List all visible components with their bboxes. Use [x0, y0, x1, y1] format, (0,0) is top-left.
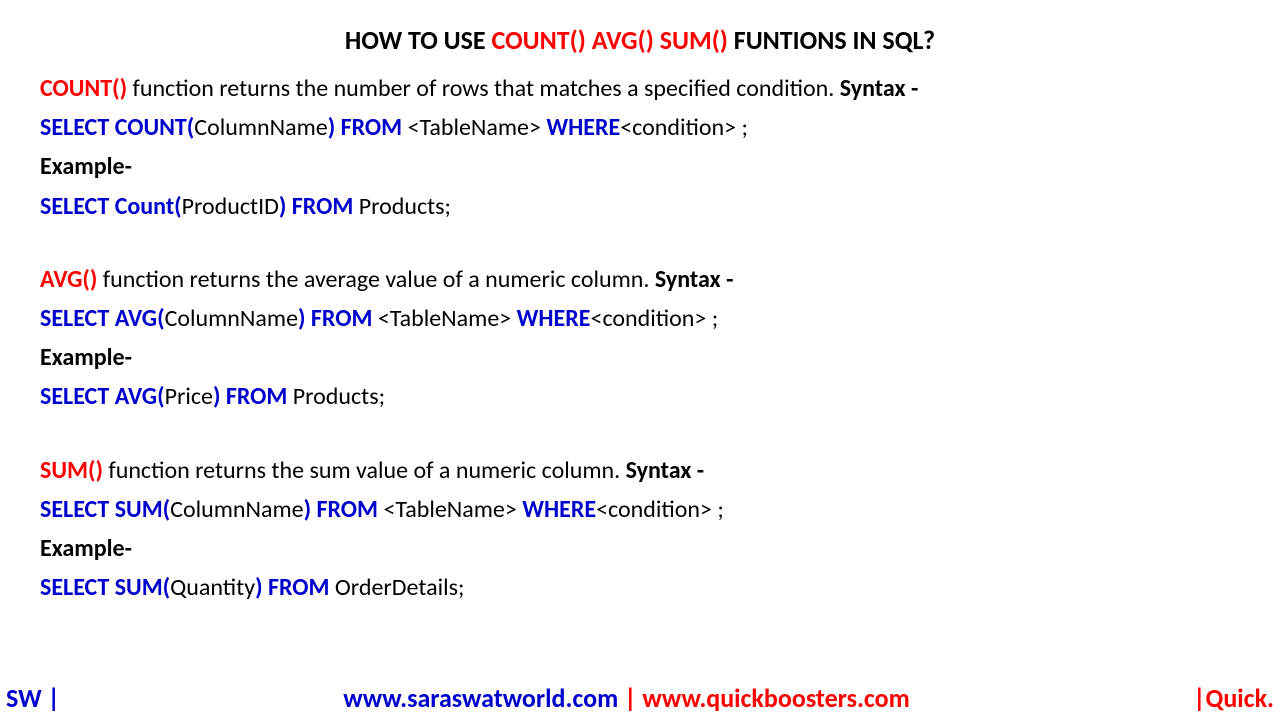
count-description-line: COUNT() function returns the number of r… — [40, 70, 1240, 107]
sum-ex-col: Quantity — [170, 573, 255, 602]
footer: SW | www.saraswatworld.com | www.quickbo… — [0, 682, 1280, 714]
count-col: ColumnName — [194, 113, 327, 142]
footer-url2: www.quickboosters.com — [642, 682, 909, 714]
sum-desc: function returns the sum value of a nume… — [103, 456, 626, 485]
avg-where-kw: WHERE — [517, 304, 591, 333]
sum-syntax-label: Syntax - — [626, 456, 705, 485]
sum-open: SUM( — [115, 495, 170, 524]
count-example-label: Example- — [40, 148, 1240, 185]
count-func: COUNT() — [40, 74, 127, 103]
count-desc: function returns the number of rows that… — [127, 74, 840, 103]
sum-select-kw: SELECT — [40, 495, 115, 524]
sum-ex-tail: OrderDetails; — [335, 573, 465, 602]
footer-left: SW | — [6, 682, 60, 714]
avg-col: ColumnName — [165, 304, 298, 333]
sum-description-line: SUM() function returns the sum value of … — [40, 452, 1240, 489]
count-ex-tail: Products; — [359, 192, 451, 221]
sum-ex-open: SUM( — [115, 573, 170, 602]
count-cond: <condition> ; — [620, 113, 748, 142]
avg-ex-close: ) FROM — [213, 382, 293, 411]
count-open: COUNT( — [115, 113, 195, 142]
count-example-line: SELECT Count(ProductID) FROM Products; — [40, 188, 1240, 225]
avg-syntax-line: SELECT AVG(ColumnName) FROM <TableName> … — [40, 300, 1240, 337]
footer-url1: www.saraswatworld.com — [343, 682, 618, 714]
avg-desc: function returns the average value of a … — [97, 265, 655, 294]
count-ex-select: SELECT — [40, 192, 115, 221]
sum-table: <TableName> — [383, 495, 522, 524]
page-title: HOW TO USE COUNT() AVG() SUM() FUNTIONS … — [40, 24, 1240, 56]
avg-example-line: SELECT AVG(Price) FROM Products; — [40, 378, 1240, 415]
title-highlight: COUNT() AVG() SUM() — [492, 24, 728, 56]
count-select-kw: SELECT — [40, 113, 115, 142]
avg-ex-select: SELECT — [40, 382, 115, 411]
avg-ex-col: Price — [165, 382, 213, 411]
count-ex-close: ) FROM — [279, 192, 359, 221]
sum-where-kw: WHERE — [522, 495, 596, 524]
footer-sep: | — [618, 682, 642, 714]
avg-description-line: AVG() function returns the average value… — [40, 261, 1240, 298]
avg-example-label: Example- — [40, 339, 1240, 376]
title-suffix: FUNTIONS IN SQL? — [728, 24, 935, 56]
title-prefix: HOW TO USE — [345, 24, 492, 56]
count-syntax-line: SELECT COUNT(ColumnName) FROM <TableName… — [40, 109, 1240, 146]
content-body: COUNT() function returns the number of r… — [40, 70, 1240, 606]
avg-close-from: ) FROM — [298, 304, 378, 333]
avg-table: <TableName> — [378, 304, 517, 333]
avg-cond: <condition> ; — [590, 304, 718, 333]
count-syntax-label: Syntax - — [840, 74, 919, 103]
avg-open: AVG( — [115, 304, 165, 333]
avg-ex-tail: Products; — [293, 382, 385, 411]
count-table: <TableName> — [408, 113, 547, 142]
sum-close-from: ) FROM — [304, 495, 384, 524]
sum-cond: <condition> ; — [596, 495, 724, 524]
sum-example-line: SELECT SUM(Quantity) FROM OrderDetails; — [40, 569, 1240, 606]
count-ex-open: Count( — [115, 192, 182, 221]
avg-select-kw: SELECT — [40, 304, 115, 333]
sum-ex-close: ) FROM — [255, 573, 335, 602]
avg-syntax-label: Syntax - — [655, 265, 734, 294]
avg-func: AVG() — [40, 265, 97, 294]
sum-ex-select: SELECT — [40, 573, 115, 602]
avg-ex-open: AVG( — [115, 382, 165, 411]
footer-right: |Quick. — [1193, 682, 1274, 714]
count-where-kw: WHERE — [546, 113, 620, 142]
count-ex-col: ProductID — [182, 192, 279, 221]
count-close-from: ) FROM — [328, 113, 408, 142]
sum-syntax-line: SELECT SUM(ColumnName) FROM <TableName> … — [40, 491, 1240, 528]
sum-col: ColumnName — [170, 495, 303, 524]
footer-center: www.saraswatworld.com | www.quickbooster… — [60, 682, 1193, 714]
sum-func: SUM() — [40, 456, 103, 485]
sum-example-label: Example- — [40, 530, 1240, 567]
